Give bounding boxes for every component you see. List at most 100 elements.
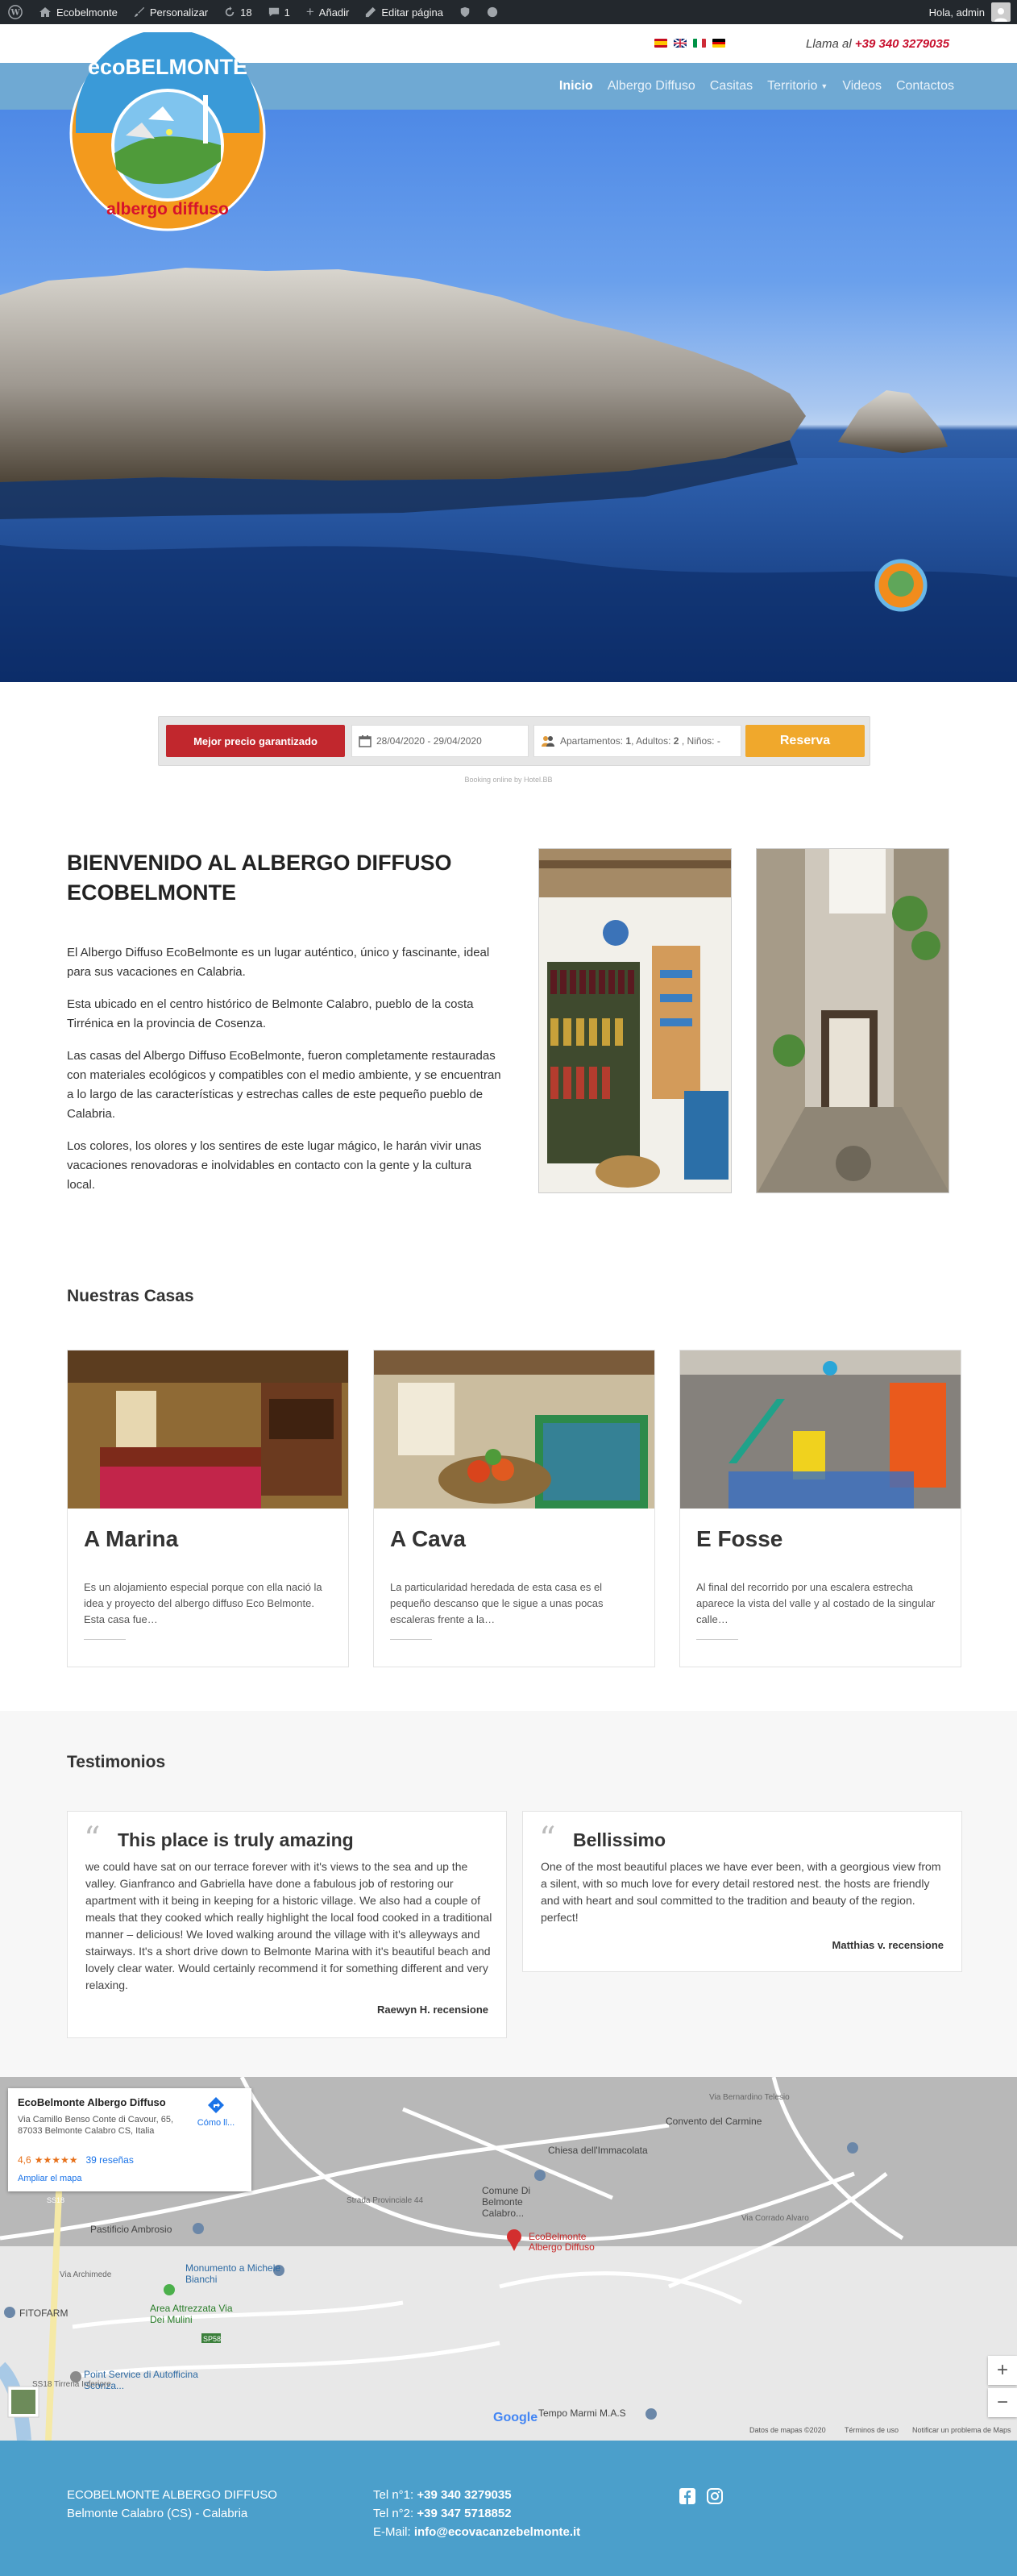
house-photo-e-fosse[interactable]	[680, 1350, 961, 1509]
footer-tel2-label: Tel n°2:	[373, 2507, 417, 2520]
map-label: Pastificio Ambrosio	[90, 2224, 172, 2235]
flag-uk-icon[interactable]	[674, 39, 687, 48]
admin-customize-link[interactable]: Personalizar	[126, 0, 216, 24]
booking-powered-by: Booking online by Hotel.BB	[464, 776, 553, 784]
admin-customize-label: Personalizar	[149, 6, 209, 19]
call-phone-link[interactable]: +39 340 3279035	[855, 37, 949, 51]
nav-label: Inicio	[558, 79, 593, 93]
footer-tel1-link[interactable]: +39 340 3279035	[417, 2488, 511, 2502]
shop-photo	[538, 848, 732, 1193]
admin-bar: W Ecobelmonte Personalizar 18 1 + Añadir…	[0, 0, 1017, 24]
nav-item-videos[interactable]: Videos	[842, 79, 882, 94]
house-card[interactable]: A Cava La particularidad heredada de est…	[373, 1350, 655, 1667]
testimonial-author: Matthias v. recensione	[832, 1939, 944, 1951]
wordpress-logo-button[interactable]: W	[0, 0, 31, 24]
admin-plugin-icon-1[interactable]	[451, 0, 479, 24]
testimonial-title: Bellissimo	[573, 1829, 666, 1850]
dates-field[interactable]: 28/04/2020 - 29/04/2020	[351, 725, 529, 757]
admin-site-label: Ecobelmonte	[56, 6, 118, 19]
footer-company: ECOBELMONTE ALBERGO DIFFUSO Belmonte Cal…	[67, 2486, 277, 2523]
admin-edit-page-link[interactable]: Editar página	[357, 0, 451, 24]
map-report-link[interactable]: Notificar un problema de Maps	[912, 2426, 1011, 2434]
card-divider	[696, 1639, 738, 1640]
house-name[interactable]: E Fosse	[696, 1526, 782, 1552]
card-divider	[390, 1639, 432, 1640]
people-icon	[542, 736, 554, 747]
nav-item-casitas[interactable]: Casitas	[710, 79, 753, 94]
flag-spain-icon[interactable]	[654, 39, 667, 48]
map-label: Area Attrezzata Via Dei Mulini	[150, 2303, 233, 2325]
admin-updates-link[interactable]: 18	[216, 0, 259, 24]
house-card[interactable]: E Fosse Al final del recorrido por una e…	[679, 1350, 961, 1667]
directions-icon	[208, 2097, 224, 2113]
wordpress-icon: W	[8, 5, 23, 19]
home-icon	[39, 7, 51, 17]
nav-label: Contactos	[895, 79, 954, 93]
house-photo-a-marina[interactable]	[68, 1350, 348, 1509]
directions-button[interactable]: Cómo ll...	[192, 2096, 240, 2128]
footer-tel2-link[interactable]: +39 347 5718852	[417, 2507, 511, 2520]
zoom-in-button[interactable]: +	[988, 2356, 1017, 2385]
admin-greeting[interactable]: Hola, admin	[929, 6, 985, 19]
testimonial-author: Raewyn H. recensione	[377, 2004, 488, 2016]
welcome-paragraph: Los colores, los olores y los sentires d…	[67, 1139, 482, 1192]
admin-updates-count: 18	[240, 6, 252, 19]
nav-item-inicio[interactable]: Inicio	[559, 79, 593, 94]
welcome-paragraph: Esta ubicado en el centro histórico de B…	[67, 997, 474, 1030]
star-icon: ★★★★★	[34, 2154, 78, 2166]
footer-tel1-label: Tel n°1:	[373, 2488, 417, 2502]
nav-label: Casitas	[709, 79, 753, 93]
google-map[interactable]: Chiesa dell'Immacolata Convento del Carm…	[0, 2077, 1017, 2441]
testimonial-text: One of the most beautiful places we have…	[541, 1860, 941, 1924]
map-terms-link[interactable]: Términos de uso	[845, 2426, 899, 2434]
calendar-icon	[359, 735, 372, 747]
admin-plugin-icon-2[interactable]	[479, 0, 506, 24]
place-address: Via Camillo Benso Conte di Cavour, 65, 8…	[18, 2115, 174, 2136]
brush-icon	[134, 6, 145, 18]
google-logo: Google	[493, 2411, 538, 2424]
admin-add-link[interactable]: + Añadir	[298, 0, 358, 24]
admin-comments-count: 1	[284, 6, 290, 19]
quote-icon: “	[539, 1821, 556, 1858]
house-name[interactable]: A Cava	[390, 1526, 466, 1552]
testimonial-card: “ Bellissimo One of the most beautiful p…	[522, 1811, 962, 1972]
footer-email-link[interactable]: info@ecovacanzebelmonte.it	[414, 2525, 580, 2539]
admin-site-link[interactable]: Ecobelmonte	[31, 0, 126, 24]
footer-location: Belmonte Calabro (CS) - Calabria	[67, 2507, 248, 2520]
house-photo-a-cava[interactable]	[374, 1350, 654, 1509]
house-name[interactable]: A Marina	[84, 1526, 178, 1552]
house-card[interactable]: A Marina Es un alojamiento especial porq…	[67, 1350, 349, 1667]
reviews-link[interactable]: 39 reseñas	[85, 2154, 133, 2166]
map-label: Via Corrado Alvaro	[741, 2214, 809, 2223]
quote-icon: “	[84, 1821, 101, 1858]
footer-company-name: ECOBELMONTE ALBERGO DIFFUSO	[67, 2488, 277, 2502]
best-price-button[interactable]: Mejor precio garantizado	[166, 725, 345, 757]
nav-item-albergo-diffuso[interactable]: Albergo Diffuso	[608, 79, 695, 94]
avatar[interactable]	[991, 2, 1011, 22]
map-label: Via Archimede	[60, 2270, 112, 2279]
nav-item-territorio[interactable]: Territorio ▼	[767, 79, 828, 94]
instagram-icon[interactable]	[706, 2487, 724, 2505]
testimonials-section: Testimonios “ This place is truly amazin…	[0, 1711, 1017, 2077]
nav-item-contactos[interactable]: Contactos	[896, 79, 954, 94]
map-pin-label[interactable]: EcoBelmonte Albergo Diffuso	[529, 2232, 609, 2253]
logo-text-bottom: albergo diffuso	[106, 200, 229, 218]
footer-contacts: Tel n°1: +39 340 3279035 Tel n°2: +39 34…	[373, 2486, 580, 2541]
reserve-button[interactable]: Reserva	[745, 725, 865, 757]
nav-label: Albergo Diffuso	[607, 79, 695, 93]
map-attribution: Datos de mapas ©2020	[749, 2426, 826, 2434]
site-logo[interactable]: ecoBELMONTE albergo diffuso	[68, 29, 268, 234]
zoom-out-button[interactable]: −	[988, 2388, 1017, 2417]
map-label: Via Bernardino Telesio	[709, 2093, 790, 2102]
enlarge-map-link[interactable]: Ampliar el mapa	[18, 2174, 81, 2183]
admin-comments-link[interactable]: 1	[260, 0, 298, 24]
house-excerpt: Al final del recorrido por una escalera …	[696, 1581, 936, 1625]
flag-germany-icon[interactable]	[712, 39, 725, 48]
plus-icon: +	[305, 4, 314, 19]
facebook-icon[interactable]	[679, 2487, 696, 2505]
map-label: SS18	[47, 2196, 65, 2204]
guests-field[interactable]: Apartamentos: 1, Adultos: 2 , Niños: -	[533, 725, 741, 757]
map-label: Strada Provinciale 44	[347, 2196, 424, 2205]
flag-italy-icon[interactable]	[693, 39, 706, 48]
footer-social	[679, 2487, 724, 2505]
